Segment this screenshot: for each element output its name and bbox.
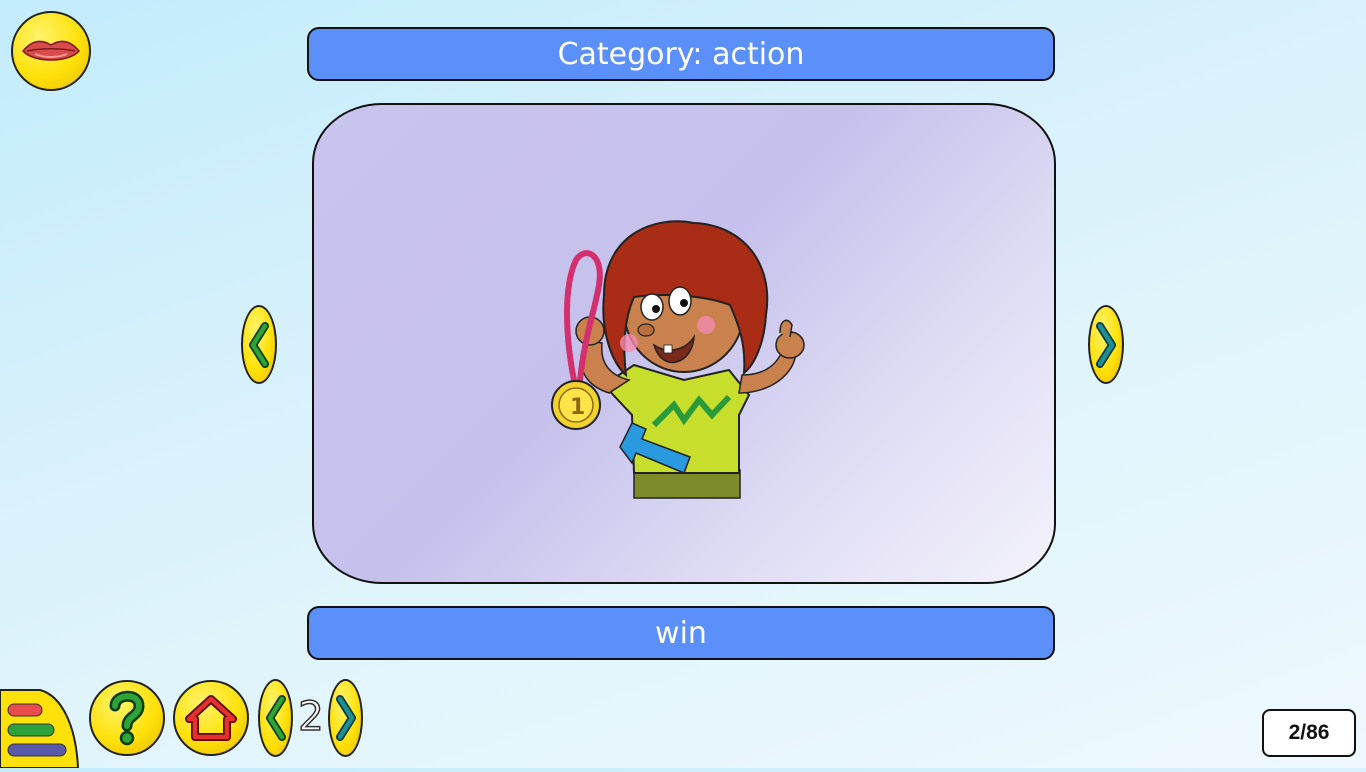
chevron-left-icon (265, 695, 286, 741)
home-icon (185, 695, 237, 741)
menu-button[interactable] (0, 686, 80, 769)
picture-panel: 1 (312, 103, 1056, 584)
prev-card-button[interactable] (241, 305, 277, 384)
card-counter-label: 2/86 (1288, 721, 1330, 744)
category-label: Category: action (557, 36, 805, 72)
chevron-left-icon (249, 321, 269, 368)
word-label: win (655, 615, 707, 651)
menu-lines-icon (0, 689, 80, 769)
category-title: Category: action (307, 27, 1055, 81)
chevron-right-icon (335, 695, 356, 741)
next-page-button[interactable] (328, 679, 363, 757)
card-counter: 2/86 (1262, 709, 1356, 757)
prev-page-button[interactable] (258, 679, 293, 757)
help-button[interactable] (89, 680, 165, 756)
lips-icon (22, 40, 80, 61)
page-number: 2 (298, 693, 325, 741)
home-button[interactable] (173, 680, 249, 756)
svg-text:1: 1 (570, 395, 585, 420)
question-mark-icon (109, 690, 145, 746)
word-title: win (307, 606, 1055, 660)
child-with-medal-illustration: 1 (551, 220, 805, 499)
next-card-button[interactable] (1088, 305, 1124, 384)
chevron-right-icon (1096, 321, 1116, 368)
speak-button[interactable] (11, 11, 91, 91)
